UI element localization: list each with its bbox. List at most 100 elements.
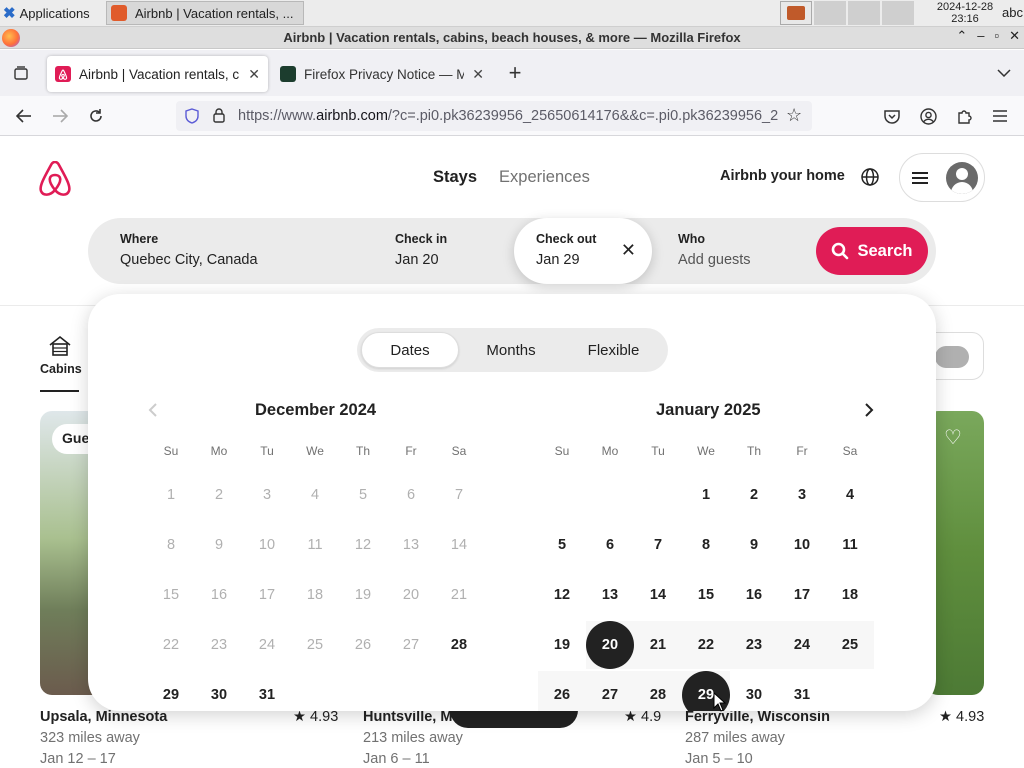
- calendar-day[interactable]: 15: [682, 571, 730, 619]
- workspace-switcher[interactable]: [780, 1, 914, 25]
- calendar-day[interactable]: 18: [826, 571, 874, 619]
- workspace-1[interactable]: [780, 1, 812, 25]
- listing-card[interactable]: Ferryville, Wisconsin 287 miles away Jan…: [685, 709, 830, 767]
- tracking-protection-icon[interactable]: [185, 108, 199, 128]
- back-icon[interactable]: [11, 103, 37, 129]
- calendar-day[interactable]: 10: [778, 521, 826, 569]
- calendar-day[interactable]: 31: [778, 671, 826, 711]
- list-tabs-icon[interactable]: [991, 60, 1017, 86]
- calendar-day[interactable]: 6: [586, 521, 634, 569]
- calendar-day[interactable]: 23: [730, 621, 778, 669]
- user-menu-button[interactable]: [899, 153, 985, 202]
- check-in-field[interactable]: Check in Jan 20: [363, 218, 503, 284]
- keyboard-layout[interactable]: abc: [1002, 5, 1023, 20]
- minimize-icon[interactable]: –: [977, 28, 984, 44]
- mode-flexible[interactable]: Flexible: [563, 332, 664, 368]
- calendar-day[interactable]: 30: [195, 671, 243, 711]
- clock[interactable]: 2024-12-28 23:16: [930, 1, 1000, 25]
- listing-card[interactable]: Huntsville, M 213 miles away Jan 6 – 11: [363, 709, 463, 767]
- applications-menu[interactable]: ✖ Applications: [0, 0, 90, 26]
- listing-card[interactable]: Upsala, Minnesota 323 miles away Jan 12 …: [40, 709, 167, 767]
- calendar-day[interactable]: 7: [634, 521, 682, 569]
- forward-icon[interactable]: [47, 103, 73, 129]
- calendar-day[interactable]: 4: [826, 471, 874, 519]
- clear-date-icon[interactable]: ✕: [621, 240, 636, 261]
- listing-name: Ferryville, Wisconsin: [685, 709, 830, 725]
- workspace-3[interactable]: [848, 1, 880, 25]
- calendar-day[interactable]: 3: [778, 471, 826, 519]
- calendar-day[interactable]: 11: [826, 521, 874, 569]
- reload-icon[interactable]: [83, 103, 109, 129]
- calendar-day[interactable]: 2: [730, 471, 778, 519]
- airbnb-your-home-link[interactable]: Airbnb your home: [720, 168, 845, 184]
- url-bar[interactable]: https://www.airbnb.com/?c=.pi0.pk3623995…: [176, 101, 812, 131]
- close-window-icon[interactable]: ✕: [1009, 28, 1020, 44]
- calendar-day[interactable]: 28: [435, 621, 483, 669]
- workspace-2[interactable]: [814, 1, 846, 25]
- lock-icon[interactable]: [213, 108, 225, 127]
- listing-dates: Jan 6 – 11: [363, 751, 430, 767]
- heart-icon[interactable]: ♡: [944, 425, 962, 450]
- tab-privacy-notice[interactable]: Firefox Privacy Notice — M ✕: [272, 56, 492, 92]
- window-title: Airbnb | Vacation rentals, cabins, beach…: [283, 30, 741, 45]
- calendar-day[interactable]: 14: [634, 571, 682, 619]
- tab-stays[interactable]: Stays: [433, 168, 477, 187]
- calendar-day[interactable]: 1: [682, 471, 730, 519]
- extensions-icon[interactable]: [951, 103, 977, 129]
- tab-experiences[interactable]: Experiences: [499, 168, 590, 187]
- firefox-view-icon[interactable]: [8, 60, 34, 86]
- calendar-day: 3: [262, 487, 272, 503]
- search-icon: [832, 242, 849, 260]
- close-tab-icon[interactable]: ✕: [472, 66, 484, 83]
- maximize-icon[interactable]: ▫: [994, 28, 999, 44]
- calendar-day[interactable]: 20: [586, 621, 634, 669]
- close-tab-icon[interactable]: ✕: [248, 66, 260, 83]
- check-out-field[interactable]: Check out Jan 29 ✕: [514, 218, 652, 284]
- calendar-day[interactable]: 19: [538, 621, 586, 669]
- calendar-day[interactable]: 30: [730, 671, 778, 711]
- bookmark-star-icon[interactable]: ☆: [786, 105, 802, 126]
- who-field[interactable]: Who Add guests: [646, 218, 816, 284]
- search-button[interactable]: Search: [816, 227, 928, 275]
- calendar-day[interactable]: 9: [730, 521, 778, 569]
- calendar-day[interactable]: 28: [634, 671, 682, 711]
- where-field[interactable]: Where Quebec City, Canada: [88, 218, 348, 284]
- account-icon[interactable]: [915, 103, 941, 129]
- calendar-day[interactable]: 25: [826, 621, 874, 669]
- tab-airbnb[interactable]: Airbnb | Vacation rentals, c ✕: [47, 56, 268, 92]
- new-tab-icon[interactable]: +: [502, 60, 528, 86]
- calendar-day: 8: [166, 537, 176, 553]
- month-title-right: January 2025: [656, 401, 761, 419]
- calendar-day[interactable]: 22: [682, 621, 730, 669]
- os-taskbar: ✖ Applications Airbnb | Vacation rentals…: [0, 0, 1024, 27]
- category-cabins[interactable]: Cabins: [40, 332, 82, 392]
- calendar-day[interactable]: 26: [538, 671, 586, 711]
- hamburger-icon: [912, 171, 928, 184]
- mode-months[interactable]: Months: [459, 332, 563, 368]
- toggle-switch[interactable]: [935, 346, 969, 368]
- calendar-day[interactable]: 12: [538, 571, 586, 619]
- calendar-day[interactable]: 27: [586, 671, 634, 711]
- pocket-icon[interactable]: [879, 103, 905, 129]
- airbnb-favicon-icon: [55, 66, 71, 82]
- airbnb-logo-icon[interactable]: [38, 161, 72, 197]
- workspace-4[interactable]: [882, 1, 914, 25]
- next-month-icon[interactable]: [864, 400, 874, 423]
- weekday-label: Su: [163, 444, 179, 458]
- calendar-day[interactable]: 16: [730, 571, 778, 619]
- window-up-icon[interactable]: ⌃: [956, 28, 967, 44]
- mode-dates[interactable]: Dates: [361, 332, 459, 368]
- calendar-day[interactable]: 13: [586, 571, 634, 619]
- calendar-day[interactable]: 24: [778, 621, 826, 669]
- calendar-day[interactable]: 21: [634, 621, 682, 669]
- menu-hamburger-icon[interactable]: [987, 103, 1013, 129]
- prev-month-icon[interactable]: [148, 400, 158, 423]
- calendar-day[interactable]: 17: [778, 571, 826, 619]
- taskbar-window-button[interactable]: Airbnb | Vacation rentals, ...: [106, 1, 304, 25]
- calendar-day[interactable]: 8: [682, 521, 730, 569]
- calendar-day[interactable]: 31: [243, 671, 291, 711]
- calendar-day[interactable]: 5: [538, 521, 586, 569]
- weekday-label: Tu: [651, 444, 665, 458]
- globe-icon[interactable]: [858, 165, 882, 189]
- calendar-day[interactable]: 29: [147, 671, 195, 711]
